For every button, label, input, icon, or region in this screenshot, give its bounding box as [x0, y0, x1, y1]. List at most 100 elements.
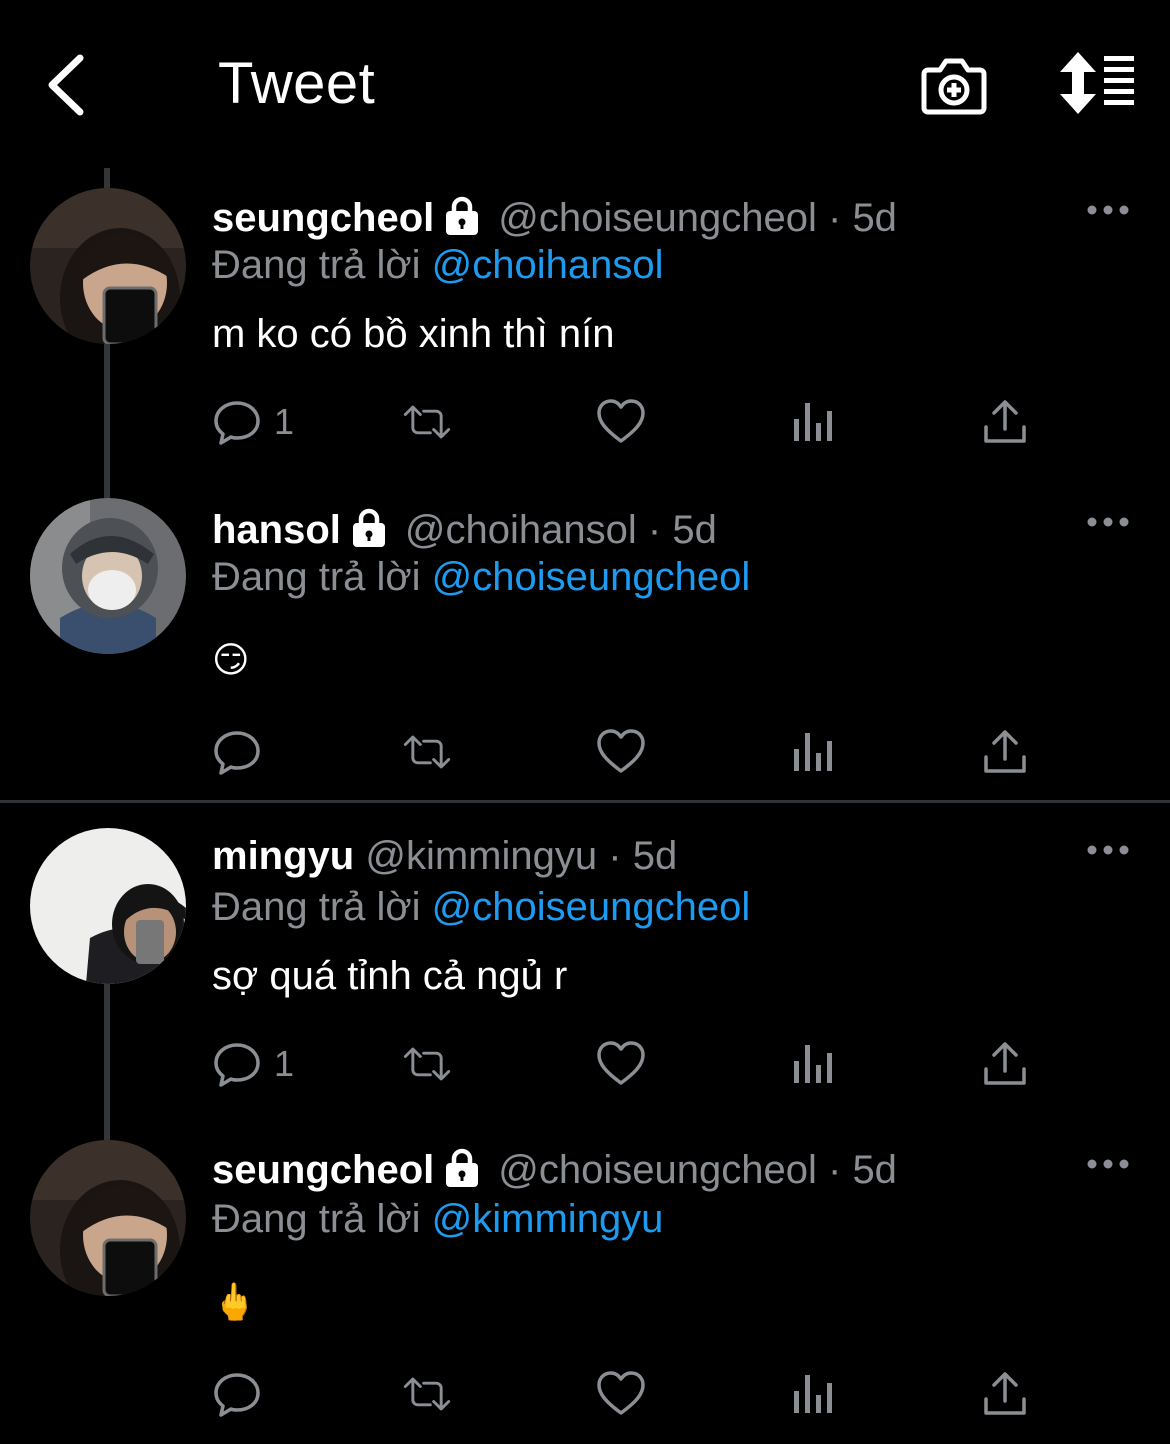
analytics-icon — [794, 1375, 832, 1413]
more-options-icon[interactable] — [1086, 200, 1130, 220]
reply-icon — [214, 401, 260, 445]
share-icon — [984, 1372, 1026, 1415]
tweet-text: sợ quá tỉnh cả ngủ r — [212, 954, 568, 998]
more-options-icon[interactable] — [1086, 1154, 1130, 1174]
retweet-icon — [403, 1047, 451, 1081]
replying-to-label: Đang trả lời — [212, 885, 421, 929]
retweet-icon — [403, 405, 451, 439]
replying-to-handle[interactable]: @choihansol — [432, 243, 664, 287]
tweet[interactable]: hansol @choihansol · 5d Đang trả lời @cho… — [0, 498, 1170, 802]
page-title: Tweet — [218, 51, 376, 116]
tweet[interactable]: mingyu @kimmingyu · 5d Đang trả lời @cho… — [0, 828, 1170, 1130]
tweet[interactable]: seungcheol @choiseungcheol · 5d Đang trả … — [0, 188, 1170, 490]
display-name[interactable]: seungcheol — [212, 196, 434, 240]
analytics-button[interactable] — [790, 1366, 840, 1422]
tweet-header: seungcheol @choiseungcheol · 5d — [212, 192, 897, 244]
more-options-icon[interactable] — [1086, 512, 1130, 532]
tweet-emoji: 😏 — [212, 639, 250, 680]
thread-divider — [0, 800, 1170, 803]
like-button[interactable] — [596, 394, 646, 450]
reply-count: 1 — [274, 401, 295, 442]
tweet-actions — [212, 724, 1042, 784]
top-bar: Tweet — [0, 0, 1170, 160]
tweet-header: seungcheol @choiseungcheol · 5d — [212, 1144, 897, 1196]
timestamp[interactable]: 5d — [852, 1148, 897, 1192]
avatar[interactable] — [30, 188, 186, 344]
like-icon — [597, 1041, 645, 1085]
tweet-actions: 1 — [212, 1036, 1042, 1096]
tweet-text: m ko có bồ xinh thì nín — [212, 312, 615, 356]
tweet-emoji: 🖕 — [212, 1281, 257, 1322]
share-icon — [984, 1042, 1026, 1085]
separator-dot: · — [608, 834, 622, 878]
separator-dot: · — [827, 196, 842, 240]
reply-button[interactable] — [212, 1366, 274, 1422]
analytics-icon — [794, 403, 832, 441]
timestamp[interactable]: 5d — [852, 196, 897, 240]
replying-to-handle[interactable]: @choiseungcheol — [432, 885, 751, 929]
replying-to: Đang trả lời @choiseungcheol — [212, 880, 750, 934]
like-button[interactable] — [596, 1036, 646, 1092]
reply-button[interactable] — [212, 724, 274, 780]
like-icon — [597, 399, 645, 443]
analytics-button[interactable] — [790, 724, 840, 780]
avatar[interactable] — [30, 828, 186, 984]
reply-button[interactable]: 1 — [212, 1036, 294, 1092]
lock-icon — [352, 508, 385, 547]
replying-to: Đang trả lời @choiseungcheol — [212, 550, 750, 604]
share-button[interactable] — [980, 394, 1030, 450]
reply-icon — [214, 731, 260, 775]
lock-icon — [446, 196, 479, 235]
like-icon — [597, 729, 645, 773]
tweet-header: mingyu @kimmingyu · 5d — [212, 830, 677, 882]
share-button[interactable] — [980, 1036, 1030, 1092]
tweet[interactable]: seungcheol @choiseungcheol · 5d Đang trả … — [0, 1140, 1170, 1444]
share-button[interactable] — [980, 724, 1030, 780]
reply-button[interactable]: 1 — [212, 394, 294, 450]
avatar[interactable] — [30, 498, 186, 654]
avatar[interactable] — [30, 1140, 186, 1296]
analytics-button[interactable] — [790, 1036, 840, 1092]
like-button[interactable] — [596, 1366, 646, 1422]
display-name[interactable]: hansol — [212, 508, 341, 552]
replying-to-handle[interactable]: @choiseungcheol — [432, 555, 751, 599]
replying-to-handle[interactable]: @kimmingyu — [432, 1197, 664, 1241]
retweet-icon — [403, 1377, 451, 1411]
share-icon — [984, 730, 1026, 773]
like-button[interactable] — [596, 724, 646, 780]
retweet-button[interactable] — [402, 724, 452, 780]
tweet-header: hansol @choihansol · 5d — [212, 504, 717, 556]
analytics-icon — [794, 1045, 832, 1083]
display-name[interactable]: mingyu — [212, 834, 354, 878]
analytics-icon — [794, 733, 832, 771]
analytics-button[interactable] — [790, 394, 840, 450]
more-options-icon[interactable] — [1086, 840, 1130, 860]
sort-icon[interactable] — [1058, 52, 1138, 114]
user-handle[interactable]: @choiseungcheol — [498, 1148, 817, 1192]
replying-to-label: Đang trả lời — [212, 1197, 421, 1241]
replying-to-label: Đang trả lời — [212, 555, 421, 599]
reply-icon — [214, 1043, 260, 1087]
reply-icon — [214, 1373, 260, 1417]
replying-to: Đang trả lời @kimmingyu — [212, 1192, 663, 1246]
back-chevron-icon[interactable] — [40, 50, 100, 120]
thread-connector — [104, 168, 110, 190]
camera-plus-icon[interactable] — [920, 50, 988, 118]
timestamp[interactable]: 5d — [633, 834, 678, 878]
reply-count: 1 — [274, 1043, 295, 1084]
user-handle[interactable]: @choihansol — [405, 508, 637, 552]
retweet-icon — [403, 735, 451, 769]
display-name[interactable]: seungcheol — [212, 1148, 434, 1192]
user-handle[interactable]: @choiseungcheol — [498, 196, 817, 240]
retweet-button[interactable] — [402, 1036, 452, 1092]
separator-dot: · — [647, 508, 662, 552]
share-icon — [984, 400, 1026, 443]
retweet-button[interactable] — [402, 1366, 452, 1422]
replying-to-label: Đang trả lời — [212, 243, 421, 287]
user-handle[interactable]: @kimmingyu — [365, 834, 597, 878]
timestamp[interactable]: 5d — [672, 508, 717, 552]
separator-dot: · — [827, 1148, 842, 1192]
tweet-actions: 1 — [212, 394, 1042, 454]
share-button[interactable] — [980, 1366, 1030, 1422]
retweet-button[interactable] — [402, 394, 452, 450]
